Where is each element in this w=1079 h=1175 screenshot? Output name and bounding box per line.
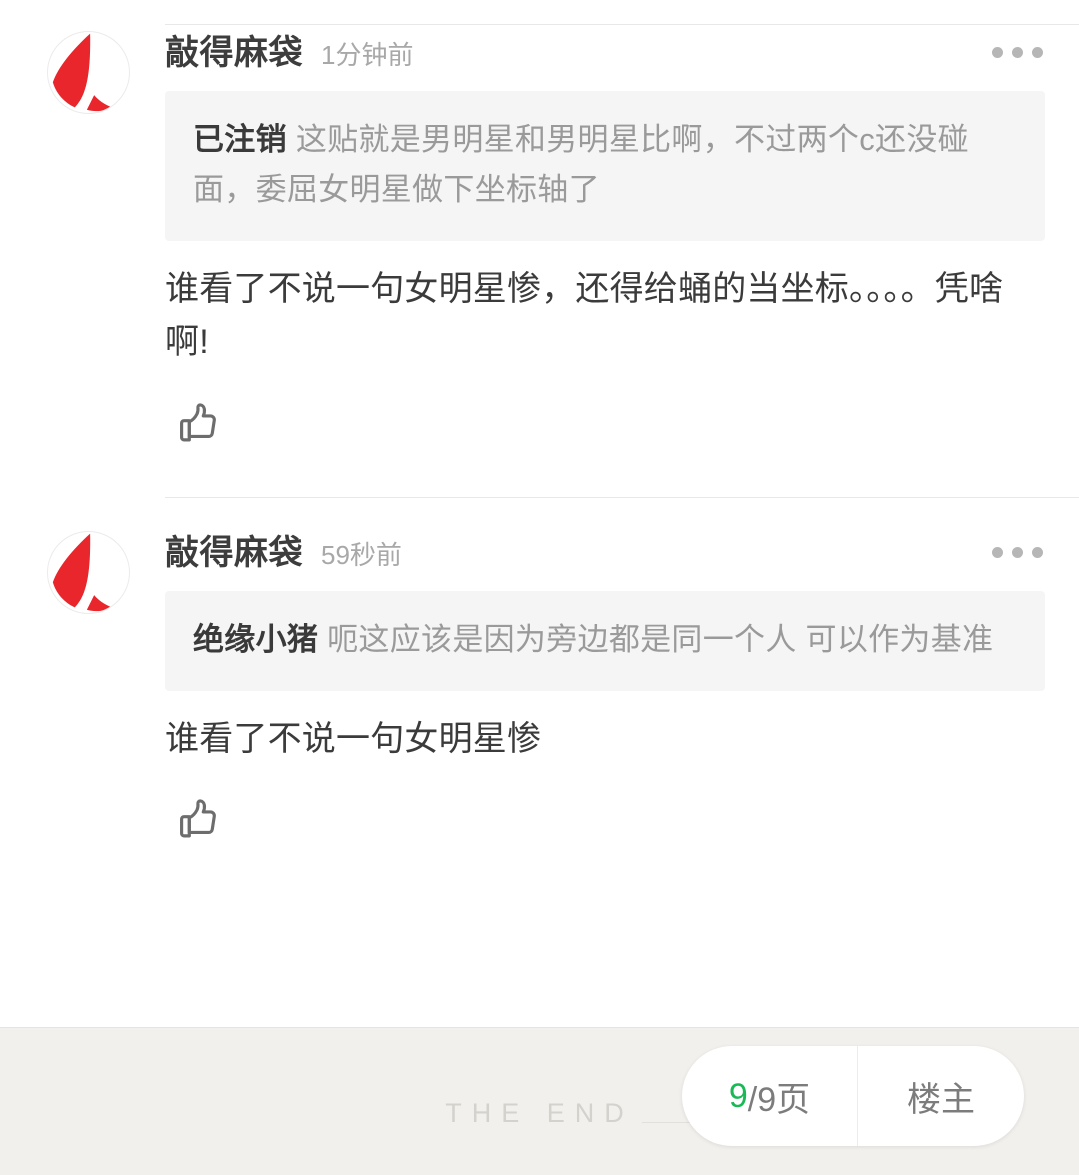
comment-username[interactable]: 敲得麻袋: [165, 525, 303, 574]
thread-owner-filter-button[interactable]: 楼主: [858, 1046, 1024, 1146]
comment-timestamp: 1分钟前: [321, 40, 414, 70]
dot-icon: [1012, 47, 1023, 58]
quoted-comment-text: 这贴就是男明星和男明星比啊，不过两个c还没碰面，委屈女明星做下坐标轴了: [193, 122, 969, 208]
comment-divider: [165, 496, 1079, 498]
comment-item: 敲得麻袋 59秒前 绝缘小猪 呃这应该是因为旁边都是同一个人 可以作为基准 谁看…: [0, 496, 1079, 893]
like-button[interactable]: [165, 788, 229, 852]
comment-body: 敲得麻袋 1分钟前 已注销 这贴就是男明星和男明星比啊，不过两个c还没碰面，委屈…: [130, 25, 1045, 497]
avatar[interactable]: [47, 31, 130, 114]
dot-icon: [992, 546, 1003, 558]
comment-thread-screen: 敲得麻袋 1分钟前 已注销 这贴就是男明星和男明星比啊，不过两个c还没碰面，委屈…: [0, 0, 1079, 1175]
quoted-comment-author: 已注销: [193, 122, 287, 157]
comment-text: 谁看了不说一句女明星惨: [165, 719, 542, 758]
comment-meta: 敲得麻袋 1分钟前: [165, 25, 1045, 87]
dot-icon: [1032, 47, 1043, 58]
avatar[interactable]: [47, 530, 130, 614]
thumbs-up-icon: [169, 396, 225, 452]
comment-timestamp: 59秒前: [321, 539, 402, 570]
pagination-control: 9/9页 楼主: [682, 1046, 1024, 1146]
comment-actions: [165, 392, 1045, 497]
comment-more-options-button[interactable]: [990, 41, 1045, 64]
comment-feed: 敲得麻袋 1分钟前 已注销 这贴就是男明星和男明星比啊，不过两个c还没碰面，委屈…: [0, 0, 1079, 1026]
comment-meta: 敲得麻袋 59秒前: [165, 525, 1045, 587]
dot-icon: [1012, 546, 1023, 558]
quoted-comment[interactable]: 已注销 这贴就是男明星和男明星比啊，不过两个c还没碰面，委屈女明星做下坐标轴了: [165, 91, 1045, 242]
quoted-comment-spacer: [318, 622, 327, 657]
quoted-comment[interactable]: 绝缘小猪 呃这应该是因为旁边都是同一个人 可以作为基准: [165, 590, 1045, 691]
dot-icon: [1032, 546, 1043, 558]
page-indicator-button[interactable]: 9/9页: [682, 1046, 858, 1146]
comment-username[interactable]: 敲得麻袋: [165, 25, 303, 74]
like-button[interactable]: [165, 392, 229, 456]
quoted-comment-author: 绝缘小猪: [193, 621, 319, 657]
quoted-comment-text: 呃这应该是因为旁边都是同一个人 可以作为基准: [327, 621, 994, 657]
total-page-label: /9页: [747, 1080, 811, 1119]
comment-body: 敲得麻袋 59秒前 绝缘小猪 呃这应该是因为旁边都是同一个人 可以作为基准 谁看…: [130, 525, 1045, 893]
thumbs-up-icon: [169, 792, 225, 848]
comment-actions: [165, 788, 1045, 893]
dot-icon: [992, 47, 1003, 58]
comment-text: 谁看了不说一句女明星惨，还得给蛹的当坐标。。。。凭啥啊!: [165, 270, 1004, 362]
comment-more-options-button[interactable]: [990, 541, 1045, 564]
quoted-comment-spacer: [287, 122, 296, 157]
comment-item: 敲得麻袋 1分钟前 已注销 这贴就是男明星和男明星比啊，不过两个c还没碰面，委屈…: [0, 0, 1079, 497]
current-page-number: 9: [728, 1076, 748, 1115]
